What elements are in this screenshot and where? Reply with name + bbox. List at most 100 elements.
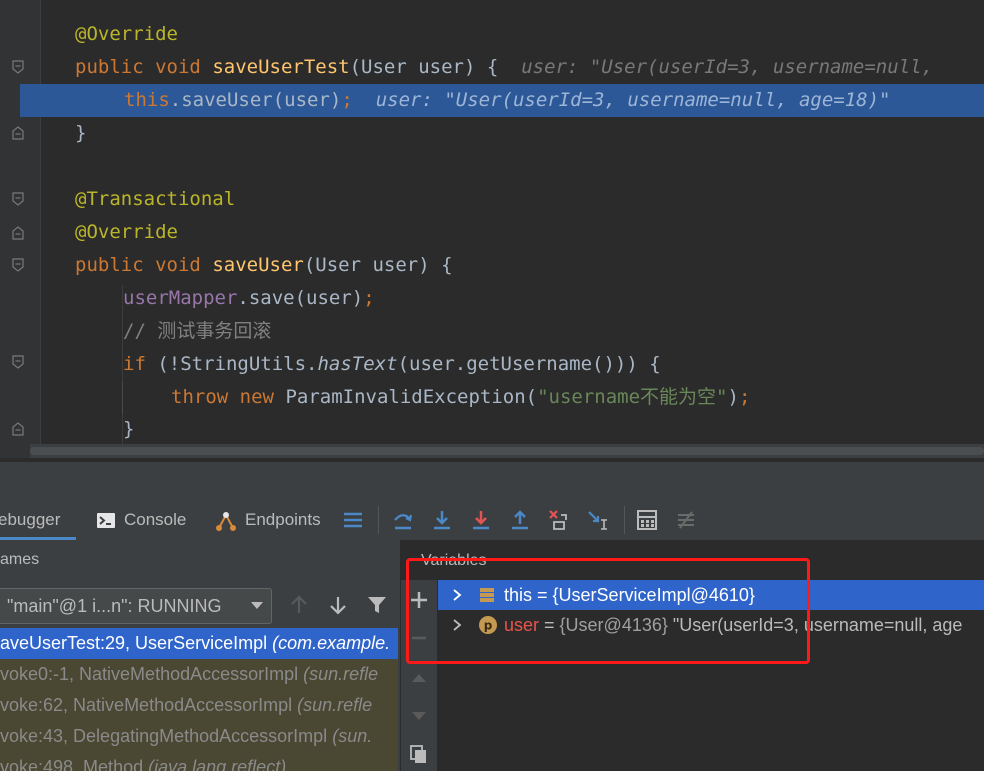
- code-line[interactable]: public void saveUser(User user) {: [0, 249, 984, 282]
- horizontal-scrollbar[interactable]: [30, 444, 984, 458]
- chevron-right-icon[interactable]: [450, 618, 464, 632]
- scrollbar-thumb[interactable]: [30, 447, 984, 455]
- code-line[interactable]: // 测试事务回滚: [0, 315, 984, 348]
- code-line[interactable]: if (!StringUtils.hasText(user.getUsernam…: [0, 348, 984, 381]
- duplicate-watch-icon[interactable]: [409, 744, 429, 764]
- arrow-down-icon[interactable]: [327, 594, 349, 616]
- variable-row-user[interactable]: p user = {User@4136} "User(userId=3, use…: [438, 610, 984, 640]
- chevron-right-icon[interactable]: [450, 588, 464, 602]
- frame-package: (com.example.: [272, 633, 391, 653]
- variable-tostring: "User(userId=3, username=null, age: [667, 615, 963, 635]
- tab-debugger[interactable]: ebugger: [0, 500, 76, 540]
- tab-console[interactable]: Console: [96, 500, 186, 540]
- debug-tool-window-header: [0, 462, 984, 501]
- object-fields-icon: [480, 588, 494, 602]
- code-line[interactable]: @Override: [0, 216, 984, 249]
- code-line[interactable]: }: [0, 413, 984, 446]
- frame-method: voke0:-1, NativeMethodAccessorImpl: [0, 664, 299, 684]
- chevron-down-icon: [251, 602, 263, 609]
- static-method: hasText: [317, 353, 398, 375]
- keyword: this: [124, 89, 170, 111]
- class-name: ParamInvalidException(: [285, 386, 538, 408]
- run-to-cursor-icon[interactable]: [587, 509, 609, 531]
- stack-frame-row[interactable]: voke:43, DelegatingMethodAccessorImpl (s…: [0, 721, 398, 752]
- frame-method: voke:62, NativeMethodAccessorImpl: [0, 695, 293, 715]
- tab-endpoints[interactable]: Endpoints: [215, 500, 321, 540]
- toolbar-separator: [378, 506, 379, 534]
- add-watch-icon[interactable]: [409, 590, 429, 610]
- brace: }: [75, 122, 87, 144]
- code-line[interactable]: @Transactional: [0, 183, 984, 216]
- console-icon: [97, 513, 115, 528]
- debugger-toolbar: ebugger Console Endpoints: [0, 500, 984, 541]
- keyword: public: [75, 254, 144, 276]
- annotation: @Override: [75, 221, 178, 243]
- variable-value: {User@4136}: [559, 615, 668, 635]
- method-call: .save(user): [237, 287, 364, 309]
- variable-value: {UserServiceImpl@4610}: [552, 585, 755, 605]
- inline-debug-value: user: "User(userId=3, username=null, age…: [375, 89, 891, 111]
- step-out-icon[interactable]: [509, 509, 531, 531]
- inline-debug-value: user: "User(userId=3, username=null,: [521, 56, 945, 78]
- code-line[interactable]: throw new ParamInvalidException("usernam…: [0, 381, 984, 414]
- trace-current-stream-icon[interactable]: [675, 509, 697, 531]
- code-line[interactable]: public void saveUserTest(User user) { us…: [0, 51, 984, 84]
- field: userMapper: [123, 287, 238, 309]
- stack-frame-row[interactable]: voke0:-1, NativeMethodAccessorImpl (sun.…: [0, 659, 398, 690]
- semicolon: ;: [738, 386, 751, 408]
- stack-frame-row[interactable]: aveUserTest:29, UserServiceImpl (com.exa…: [0, 628, 398, 659]
- filter-icon[interactable]: [366, 594, 388, 616]
- variable-name: user: [504, 615, 540, 635]
- svg-text:p: p: [484, 619, 493, 633]
- semicolon: ;: [363, 287, 375, 309]
- string-literal: "username不能为空": [537, 386, 728, 408]
- stack-frame-row[interactable]: voke:62, NativeMethodAccessorImpl (sun.r…: [0, 690, 398, 721]
- keyword: void: [155, 254, 201, 276]
- code-editor[interactable]: @Override public void saveUserTest(User …: [0, 0, 984, 458]
- step-over-icon[interactable]: [392, 509, 414, 531]
- frame-method: aveUserTest:29, UserServiceImpl: [0, 633, 268, 653]
- step-into-icon[interactable]: [431, 509, 453, 531]
- tab-label: Console: [124, 510, 187, 529]
- code-text: (user.getUsername())) {: [397, 353, 661, 375]
- keyword: throw: [171, 386, 229, 408]
- layout-menu-icon[interactable]: [342, 509, 364, 531]
- keyword: public: [75, 56, 144, 78]
- comment: // 测试事务回滚: [123, 320, 272, 342]
- code-line[interactable]: @Override: [0, 18, 984, 51]
- frame-method: voke:498, Method: [0, 757, 144, 771]
- code-line[interactable]: }: [0, 117, 984, 150]
- variables-side-toolbar: [401, 580, 437, 771]
- params: (User user) {: [303, 254, 453, 276]
- move-down-icon[interactable]: [409, 706, 429, 726]
- force-step-into-icon[interactable]: [470, 509, 492, 531]
- frame-package: (sun.: [332, 726, 373, 746]
- stack-frame-row[interactable]: voke:498, Method (java.lang.reflect): [0, 752, 398, 771]
- keyword: if: [123, 353, 146, 375]
- code-line[interactable]: userMapper.save(user);: [0, 282, 984, 315]
- brace: }: [123, 418, 135, 440]
- frame-package: (sun.refle: [297, 695, 373, 715]
- thread-selector-dropdown[interactable]: "main"@1 i...n": RUNNING: [0, 588, 272, 624]
- variables-pane-title: Variables: [421, 552, 487, 569]
- remove-watch-icon[interactable]: [409, 628, 429, 648]
- frames-pane-title: ames: [0, 551, 40, 568]
- variable-equals: =: [539, 615, 560, 635]
- current-execution-line[interactable]: this.saveUser(user); user: "User(userId=…: [20, 84, 984, 117]
- arrow-up-icon[interactable]: [288, 594, 310, 616]
- params: (User user) {: [349, 56, 499, 78]
- frames-pane: ames "main"@1 i...n": RUNNING aveUserTes…: [0, 540, 401, 771]
- variable-name: this: [504, 585, 533, 605]
- frame-method: voke:43, DelegatingMethodAccessorImpl: [0, 726, 328, 746]
- drop-frame-icon[interactable]: [548, 509, 570, 531]
- toolbar-separator: [624, 506, 625, 534]
- move-up-icon[interactable]: [409, 668, 429, 688]
- keyword: new: [239, 386, 274, 408]
- tab-label: ebugger: [0, 510, 61, 529]
- frame-package: (java.lang.reflect): [148, 757, 287, 771]
- method-name: saveUser: [212, 254, 304, 276]
- frame-package: (sun.refle: [303, 664, 379, 684]
- variable-row-this[interactable]: this = {UserServiceImpl@4610}: [438, 580, 984, 610]
- method-call: .saveUser(user): [169, 89, 342, 111]
- evaluate-expression-icon[interactable]: [636, 509, 658, 531]
